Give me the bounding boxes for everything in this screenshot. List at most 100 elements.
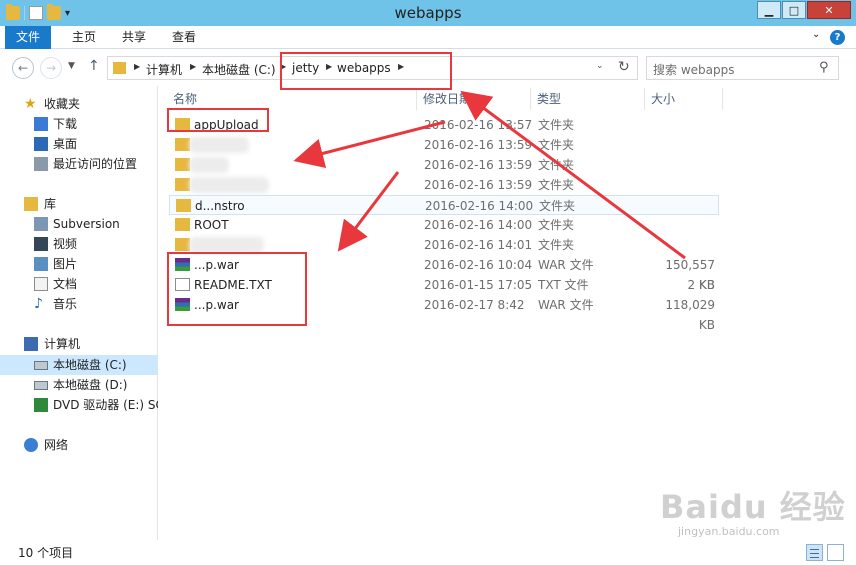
sidebar-item-desktop[interactable]: 桌面: [0, 134, 158, 154]
file-type: 文件夹: [538, 118, 575, 132]
network-icon: [24, 438, 38, 452]
file-date: 2016-01-15 17:05: [424, 278, 533, 292]
maximize-button[interactable]: □: [782, 1, 806, 19]
subversion-library-icon: [34, 217, 48, 231]
redacted-name: [189, 157, 229, 173]
column-header-date[interactable]: 修改日期: [417, 88, 531, 110]
sidebar-item-label: 库: [44, 197, 57, 211]
search-icon[interactable]: ⚲: [819, 60, 829, 75]
up-arrow-icon[interactable]: ↑: [88, 58, 100, 74]
search-input[interactable]: 搜索 webapps ⚲: [646, 56, 839, 80]
sidebar-item-recent-places[interactable]: 最近访问的位置: [0, 154, 158, 174]
sidebar-item-label: 网络: [44, 438, 69, 452]
column-header-type[interactable]: 类型: [531, 88, 645, 110]
sidebar-item-dvd-drive[interactable]: DVD 驱动器 (E:) SC: [0, 395, 158, 415]
file-size: 118,029 KB: [665, 298, 715, 332]
tab-file[interactable]: 文件: [5, 26, 51, 49]
file-date: 2016-02-16 13:57: [424, 118, 533, 132]
sidebar-item-subversion[interactable]: Subversion: [0, 214, 158, 234]
sidebar-item-local-disk-c[interactable]: 本地磁盘 (C:): [0, 355, 158, 375]
sidebar-item-label: 下载: [53, 117, 78, 131]
sidebar-item-label: 视频: [53, 237, 78, 251]
folder-icon: [175, 238, 190, 251]
file-size: 2 KB: [687, 278, 715, 292]
sidebar-item-music[interactable]: ♪ 音乐: [0, 294, 158, 314]
forward-button[interactable]: →: [40, 57, 62, 79]
sidebar-item-label: 计算机: [44, 337, 81, 351]
breadcrumb-local-disk-c[interactable]: 本地磁盘 (C:): [202, 61, 276, 78]
sidebar-item-computer[interactable]: 计算机: [0, 334, 158, 354]
file-row[interactable]: d...nstro 2016-02-16 14:00 文件夹: [169, 195, 719, 215]
sidebar-item-pictures[interactable]: 图片: [0, 254, 158, 274]
tab-home[interactable]: 主页: [68, 26, 100, 49]
sidebar-item-label: Subversion: [53, 217, 120, 231]
details-view-button[interactable]: [806, 544, 823, 561]
file-date: 2016-02-16 14:00: [425, 199, 534, 213]
redacted-name: [189, 177, 269, 193]
file-type: 文件夹: [538, 138, 575, 152]
file-date: 2016-02-16 13:59: [424, 138, 533, 152]
large-icons-view-button[interactable]: [827, 544, 844, 561]
item-count: 10 个项目: [18, 546, 74, 560]
file-type: 文件夹: [538, 238, 575, 252]
annotation-box-war-files: [167, 252, 307, 326]
sidebar-item-downloads[interactable]: 下载: [0, 114, 158, 134]
sidebar-item-label: 本地磁盘 (D:): [53, 378, 128, 392]
sidebar-item-network[interactable]: 网络: [0, 435, 158, 455]
file-date: 2016-02-16 14:01: [424, 238, 533, 252]
file-row[interactable]: 2016-02-16 13:59 文件夹: [169, 135, 719, 155]
file-type: 文件夹: [538, 178, 575, 192]
search-placeholder: 搜索 webapps: [653, 63, 735, 77]
minimize-button[interactable]: ▁: [757, 1, 781, 19]
file-name: d...nstro: [195, 199, 245, 213]
breadcrumb-computer[interactable]: 计算机: [146, 61, 182, 78]
file-type: 文件夹: [538, 218, 575, 232]
close-button[interactable]: ✕: [807, 1, 851, 19]
dvd-drive-icon: [34, 398, 48, 412]
recent-locations-icon[interactable]: ▼: [68, 61, 75, 71]
chevron-right-icon[interactable]: ▶: [190, 62, 196, 71]
sidebar-item-videos[interactable]: 视频: [0, 234, 158, 254]
watermark-url: jingyan.baidu.com: [678, 525, 780, 538]
file-type: WAR 文件: [538, 298, 594, 312]
file-type: 文件夹: [539, 199, 576, 213]
annotation-box-appupload: [167, 108, 269, 132]
sidebar-item-label: 最近访问的位置: [53, 157, 138, 171]
chevron-down-icon[interactable]: ⌄: [812, 29, 820, 40]
file-date: 2016-02-16 10:04: [424, 258, 533, 272]
file-date: 2016-02-16 13:59: [424, 178, 533, 192]
folder-icon: [175, 218, 190, 231]
hard-drive-icon: [34, 361, 48, 370]
folder-icon: [175, 138, 190, 151]
file-date: 2016-02-16 14:00: [424, 218, 533, 232]
refresh-icon[interactable]: ↻: [618, 59, 630, 75]
folder-icon: [176, 199, 191, 212]
status-bar: 10 个项目: [0, 540, 856, 565]
documents-icon: [34, 277, 48, 291]
file-row[interactable]: ROOT 2016-02-16 14:00 文件夹: [169, 215, 719, 235]
pictures-icon: [34, 257, 48, 271]
help-icon[interactable]: ?: [830, 30, 845, 45]
folder-icon: [175, 158, 190, 171]
sidebar-item-label: 文档: [53, 277, 78, 291]
sidebar-item-libraries[interactable]: 库: [0, 194, 158, 214]
sidebar-item-favorites[interactable]: ★ 收藏夹: [0, 94, 158, 114]
title-bar: ▾ webapps ▁ □ ✕: [0, 0, 856, 26]
redacted-name: [189, 137, 249, 153]
downloads-icon: [34, 117, 48, 131]
tab-share[interactable]: 共享: [118, 26, 150, 49]
sidebar-item-documents[interactable]: 文档: [0, 274, 158, 294]
recent-places-icon: [34, 157, 48, 171]
tab-view[interactable]: 查看: [168, 26, 200, 49]
column-header-size[interactable]: 大小: [645, 88, 723, 110]
file-type: TXT 文件: [538, 278, 589, 292]
column-header-name[interactable]: 名称: [167, 88, 417, 110]
sidebar-item-local-disk-d[interactable]: 本地磁盘 (D:): [0, 375, 158, 395]
file-row[interactable]: 2016-02-16 13:59 文件夹: [169, 155, 719, 175]
sidebar-item-label: DVD 驱动器 (E:) SC: [53, 398, 158, 412]
chevron-down-icon[interactable]: ⌄: [596, 61, 604, 71]
computer-icon: [24, 337, 38, 351]
back-button[interactable]: ←: [12, 57, 34, 79]
chevron-right-icon[interactable]: ▶: [134, 62, 140, 71]
file-row[interactable]: 2016-02-16 13:59 文件夹: [169, 175, 719, 195]
